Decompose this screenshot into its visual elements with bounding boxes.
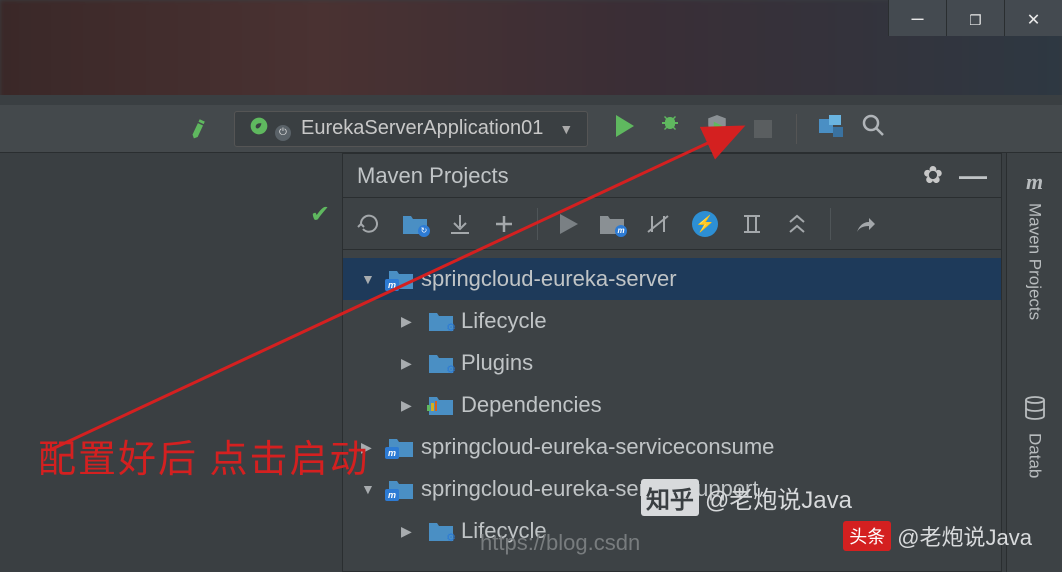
- chevron-down-icon[interactable]: ▼: [361, 481, 381, 497]
- panel-title: Maven Projects: [357, 163, 923, 189]
- zhihu-watermark: 知乎 @老炮说Java: [641, 479, 852, 516]
- status-checkmark-icon: ✔: [310, 200, 330, 229]
- tree-item-label: Plugins: [461, 350, 533, 376]
- search-everywhere-button[interactable]: [861, 113, 885, 144]
- download-sources-button[interactable]: [449, 213, 471, 235]
- chevron-right-icon[interactable]: ▶: [401, 523, 421, 540]
- right-tool-dock: m Maven Projects Datab: [1006, 153, 1062, 572]
- toolbar-separator: [796, 114, 797, 144]
- folder-icon: ⚙: [429, 353, 453, 373]
- execute-maven-goal-button[interactable]: m: [600, 214, 624, 234]
- folder-icon: m: [389, 437, 413, 457]
- csdn-watermark: https://blog.csdn: [480, 530, 640, 556]
- collapse-all-button[interactable]: [786, 213, 808, 235]
- folder-icon: m: [389, 479, 413, 499]
- folder-icon: m: [389, 269, 413, 289]
- folder-icon: [429, 395, 453, 415]
- show-dependencies-button[interactable]: [740, 212, 764, 236]
- maven-icon: m: [1026, 169, 1043, 195]
- run-config-label: EurekaServerApplication01: [301, 117, 543, 140]
- chevron-right-icon[interactable]: ▶: [401, 355, 421, 372]
- run-configuration-dropdown[interactable]: ⏻ EurekaServerApplication01 ▼: [234, 111, 588, 147]
- panel-hide-button[interactable]: —: [959, 160, 987, 192]
- close-button[interactable]: ✕: [1004, 0, 1062, 36]
- toggle-offline-button[interactable]: [646, 212, 670, 236]
- tree-row[interactable]: ▼ m springcloud-eureka-server: [343, 258, 1001, 300]
- tree-row[interactable]: ▶ Dependencies: [343, 384, 1001, 426]
- maven-toolbar: ↻ m ⚡: [343, 198, 1001, 250]
- tree-row[interactable]: ▶mspringcloud-eureka-serviceconsume: [343, 426, 1001, 468]
- maven-settings-button[interactable]: [853, 212, 877, 236]
- panel-settings-button[interactable]: ✿: [923, 161, 943, 190]
- annotation-label: 配置好后 点击启动: [38, 428, 370, 483]
- tree-row[interactable]: ▶ ⚙ Lifecycle: [343, 300, 1001, 342]
- chevron-down-icon[interactable]: ▼: [361, 271, 381, 287]
- tree-item-label: Lifecycle: [461, 308, 547, 334]
- maximize-button[interactable]: ❐: [946, 0, 1004, 36]
- minimize-button[interactable]: —: [888, 0, 946, 36]
- project-structure-button[interactable]: [819, 115, 843, 142]
- toggle-skip-tests-button[interactable]: ⚡: [692, 211, 718, 237]
- chevron-right-icon[interactable]: ▶: [401, 313, 421, 330]
- toolbar-separator: [830, 208, 831, 240]
- toutiao-watermark: 头条 @老炮说Java: [843, 520, 1032, 552]
- toolbar-separator: [537, 208, 538, 240]
- panel-header: Maven Projects ✿ —: [343, 154, 1001, 198]
- tree-item-label: springcloud-eureka-serviceconsume: [421, 434, 774, 460]
- run-config-badge-icon: ⏻: [275, 125, 291, 141]
- reimport-button[interactable]: [357, 212, 381, 236]
- spring-boot-icon: [249, 116, 269, 142]
- debug-button[interactable]: [658, 113, 682, 144]
- run-button[interactable]: [614, 115, 634, 143]
- add-maven-project-button[interactable]: [493, 213, 515, 235]
- database-tab[interactable]: Datab: [1024, 328, 1046, 486]
- run-with-coverage-button[interactable]: [704, 113, 730, 144]
- folder-icon: ⚙: [429, 521, 453, 541]
- tree-item-label: Dependencies: [461, 392, 602, 418]
- tree-row[interactable]: ▶ ⚙ Plugins: [343, 342, 1001, 384]
- window-controls: — ❐ ✕: [888, 0, 1062, 40]
- chevron-down-icon: ▼: [559, 121, 573, 137]
- main-toolbar: ⏻ EurekaServerApplication01 ▼: [0, 105, 1062, 153]
- tree-item-label: springcloud-eureka-server: [421, 266, 677, 292]
- stop-button[interactable]: [754, 120, 772, 138]
- run-maven-build-button[interactable]: [560, 214, 578, 234]
- generate-sources-button[interactable]: ↻: [403, 214, 427, 234]
- chevron-right-icon[interactable]: ▶: [401, 397, 421, 414]
- folder-icon: ⚙: [429, 311, 453, 331]
- database-icon: [1024, 396, 1046, 425]
- maven-projects-tab[interactable]: m Maven Projects: [1025, 161, 1045, 328]
- build-icon[interactable]: [186, 111, 218, 146]
